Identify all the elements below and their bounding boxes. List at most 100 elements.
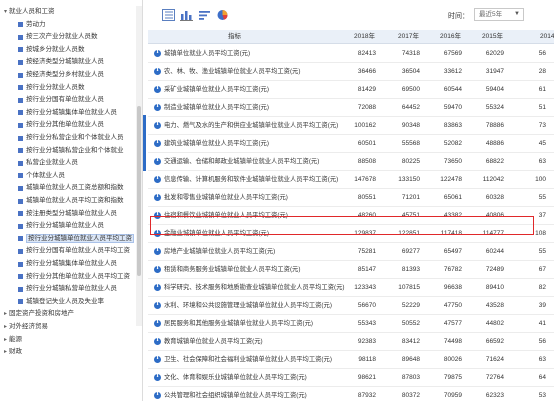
indicator-name[interactable]: 采矿业城镇单位就业人员平均工资(元) bbox=[164, 81, 354, 99]
table-row: 农、林、牧、渔业城镇单位就业人员平均工资(元)36466 36504 33612 31… bbox=[148, 63, 554, 81]
tree-item[interactable]: 按行业分其他单位就业人员 bbox=[10, 119, 142, 131]
tree-item[interactable]: 按行业分其他单位就业人员平均工资 bbox=[10, 271, 142, 283]
indicator-name[interactable]: 住宿和餐饮业城镇单位就业人员平均工资(元) bbox=[164, 207, 354, 225]
info-icon[interactable] bbox=[154, 49, 161, 57]
tree-item[interactable]: 按注册类型分城镇单位就业人员 bbox=[10, 208, 142, 220]
tree-item[interactable]: ▸ 财政 bbox=[2, 346, 137, 358]
tree-item[interactable]: 按行业分城镇集体单位就业人员 bbox=[10, 258, 142, 270]
tree-item[interactable]: 按行业分城镇集体单位就业人员 bbox=[10, 107, 142, 119]
tree-item[interactable]: 城镇单位就业人员工资总额和指数 bbox=[10, 182, 142, 194]
indicator-name[interactable]: 卫生、社会保障和社会福利业城镇单位就业人员平均工资(元) bbox=[164, 351, 354, 369]
tree-item[interactable]: 按经济类型分城镇就业人员 bbox=[10, 56, 142, 68]
info-icon[interactable] bbox=[154, 139, 161, 147]
info-icon[interactable] bbox=[154, 283, 161, 291]
tree-item[interactable]: 个体就业人员 bbox=[10, 170, 142, 182]
indicator-name[interactable]: 建筑业城镇单位就业人员平均工资(元) bbox=[164, 135, 354, 153]
info-icon[interactable] bbox=[154, 193, 161, 201]
header-2014[interactable]: 2014 bbox=[540, 30, 554, 44]
tree-scrollbar-thumb[interactable] bbox=[137, 106, 141, 276]
tree-item[interactable]: 私营企业就业人员 bbox=[10, 157, 142, 169]
collapse-icon[interactable]: ▾ bbox=[2, 6, 9, 18]
value-cell: 55 bbox=[538, 248, 546, 255]
value-cell: 83412 bbox=[401, 338, 420, 345]
info-icon[interactable] bbox=[154, 391, 161, 399]
value-cell: 82 bbox=[538, 284, 546, 291]
tree-item[interactable]: 城镇单位就业人员平均工资和指数 bbox=[10, 195, 142, 207]
info-icon[interactable] bbox=[154, 67, 161, 75]
indicator-name[interactable]: 农、林、牧、渔业城镇单位就业人员平均工资(元) bbox=[164, 63, 354, 81]
tree-item-label: 对外经济贸易 bbox=[9, 323, 48, 330]
value-cell: 112042 bbox=[482, 176, 504, 183]
tree-item[interactable]: 按行业分城镇单位就业人员 bbox=[10, 220, 142, 232]
expand-icon[interactable]: ▸ bbox=[2, 334, 9, 346]
indicator-name[interactable]: 水利、环境和公共设施管理业城镇单位就业人员平均工资(元) bbox=[164, 297, 354, 315]
table-icon[interactable] bbox=[162, 9, 175, 21]
info-icon[interactable] bbox=[154, 103, 161, 111]
table-row: 房地产业城镇单位就业人员平均工资(元)75281 69277 65497 60244 5… bbox=[148, 243, 554, 261]
tree-item[interactable]: 按行业分私营企业和个体就业人员 bbox=[10, 132, 142, 144]
tree-item[interactable]: 按三次产业分就业人员数 bbox=[10, 31, 142, 43]
expand-icon[interactable]: ▸ bbox=[2, 321, 9, 333]
time-range-select[interactable]: 最近5年 ▼ bbox=[474, 8, 524, 21]
info-icon[interactable] bbox=[154, 373, 161, 381]
indicator-name[interactable]: 教育城镇单位就业人员平均工资(元) bbox=[164, 333, 354, 351]
tree-item[interactable]: 城镇登记失业人员及失业率 bbox=[10, 296, 142, 308]
header-2015[interactable]: 2015年 bbox=[482, 30, 503, 44]
indicator-name[interactable]: 金融业城镇单位就业人员平均工资(元) bbox=[164, 225, 354, 243]
tree-scrollbar[interactable] bbox=[136, 6, 142, 326]
tree-item[interactable]: ▸ 固定资产投资和房地产 bbox=[2, 308, 137, 320]
tree-item[interactable]: 按行业分国有单位就业人员平均工资 bbox=[10, 245, 142, 257]
value-cell: 36466 bbox=[357, 68, 376, 75]
info-icon[interactable] bbox=[154, 175, 161, 183]
value-cell: 98118 bbox=[358, 356, 376, 363]
info-icon[interactable] bbox=[154, 211, 161, 219]
tree-item[interactable]: ▸ 对外经济贸易 bbox=[2, 321, 137, 333]
tree-item[interactable]: 按行业分国有单位就业人员 bbox=[10, 94, 142, 106]
tree-item[interactable]: 劳动力 bbox=[10, 19, 142, 31]
indicator-name[interactable]: 城镇单位就业人员平均工资(元) bbox=[164, 45, 354, 63]
expand-icon[interactable]: ▸ bbox=[2, 308, 9, 320]
expand-icon[interactable]: ▸ bbox=[2, 346, 9, 358]
indicator-name[interactable]: 制造业城镇单位就业人员平均工资(元) bbox=[164, 99, 354, 117]
indicator-name[interactable]: 信息传输、计算机服务和软件业城镇单位就业人员平均工资(元) bbox=[164, 171, 354, 189]
info-icon[interactable] bbox=[154, 229, 161, 237]
indicator-name[interactable]: 房地产业城镇单位就业人员平均工资(元) bbox=[164, 243, 354, 261]
value-cell: 80026 bbox=[443, 356, 462, 363]
info-icon[interactable] bbox=[154, 355, 161, 363]
bar-chart-icon[interactable] bbox=[180, 9, 193, 21]
tree-item[interactable]: ▾ 就业人员和工资 bbox=[2, 6, 137, 18]
header-2018[interactable]: 2018年 bbox=[354, 30, 375, 44]
header-2017[interactable]: 2017年 bbox=[398, 30, 419, 44]
info-icon[interactable] bbox=[154, 121, 161, 129]
value-cell: 62029 bbox=[485, 50, 504, 57]
indicator-name[interactable]: 文化、体育和娱乐业城镇单位就业人员平均工资(元) bbox=[164, 369, 354, 387]
indicator-name[interactable]: 交通运输、仓储和邮政业城镇单位就业人员平均工资(元) bbox=[164, 153, 354, 171]
tree-item[interactable]: 按行业分城镇私营单位就业人员 bbox=[10, 283, 142, 295]
tree-item-label: 劳动力 bbox=[26, 20, 46, 28]
tree-item[interactable]: 按城乡分就业人员数 bbox=[10, 44, 142, 56]
tree-item[interactable]: 按行业分城镇单位就业人员平均工资 bbox=[10, 233, 142, 245]
info-icon[interactable] bbox=[154, 319, 161, 327]
tree-item[interactable]: 按行业分就业人员数 bbox=[10, 82, 142, 94]
indicator-name[interactable]: 租赁和商务服务业城镇单位就业人员平均工资(元) bbox=[164, 261, 354, 279]
tree-item[interactable]: ▸ 能源 bbox=[2, 334, 137, 346]
value-cell: 63 bbox=[538, 356, 546, 363]
info-icon[interactable] bbox=[154, 85, 161, 93]
indicator-name[interactable]: 居民服务和其他服务业城镇单位就业人员平均工资(元) bbox=[164, 315, 354, 333]
tree-item-label: 私营企业就业人员 bbox=[26, 159, 78, 167]
header-2016[interactable]: 2016年 bbox=[440, 30, 461, 44]
info-icon[interactable] bbox=[154, 247, 161, 255]
info-icon[interactable] bbox=[154, 337, 161, 345]
indicator-name[interactable]: 批发和零售业城镇单位就业人员平均工资(元) bbox=[164, 189, 354, 207]
info-icon[interactable] bbox=[154, 265, 161, 273]
sort-icon[interactable] bbox=[198, 9, 211, 21]
info-icon[interactable] bbox=[154, 301, 161, 309]
indicator-name[interactable]: 科学研究、技术服务和地质勘查业城镇单位就业人员平均工资(元) bbox=[164, 279, 354, 297]
indicator-name[interactable]: 电力、燃气及水的生产和供应业城镇单位就业人员平均工资(元) bbox=[164, 117, 354, 135]
info-icon[interactable] bbox=[154, 157, 161, 165]
pie-chart-icon[interactable] bbox=[216, 9, 229, 21]
indicator-name[interactable]: 公共管理和社会组织城镇单位就业人员平均工资(元) bbox=[164, 387, 354, 401]
tree-item[interactable]: 按经济类型分乡村就业人员 bbox=[10, 69, 142, 81]
value-cell: 100162 bbox=[354, 122, 376, 129]
tree-item[interactable]: 按行业分城镇私营企业和个体就业 bbox=[10, 145, 142, 157]
